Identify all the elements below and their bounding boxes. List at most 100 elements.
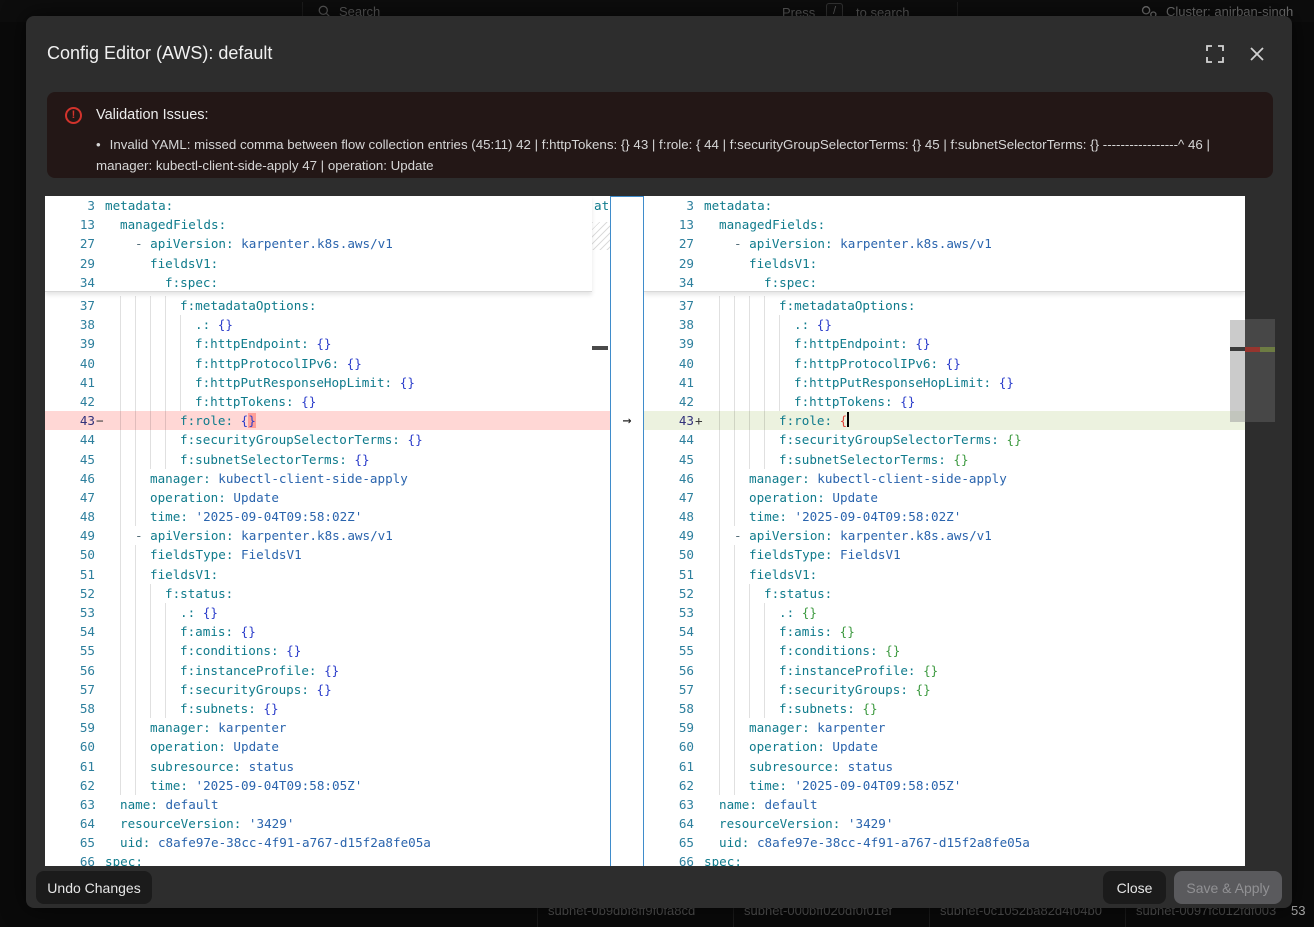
code-line[interactable]: 29fieldsV1: xyxy=(45,254,592,273)
code-line[interactable]: 64resourceVersion: '3429' xyxy=(644,814,1245,833)
code-line[interactable]: 54f:amis: {} xyxy=(45,622,610,641)
fullscreen-button[interactable] xyxy=(1205,44,1225,64)
scrollbar-slider[interactable] xyxy=(1230,320,1245,422)
code-line[interactable]: 54f:amis: {} xyxy=(644,622,1245,641)
code-line[interactable]: 45f:subnetSelectorTerms: {} xyxy=(45,450,610,469)
code-line[interactable]: 48time: '2025-09-04T09:58:02Z' xyxy=(45,507,610,526)
code-line[interactable]: 63name: default xyxy=(45,795,610,814)
code-line[interactable]: 37f:metadataOptions: xyxy=(45,296,610,315)
code-line[interactable]: 38.: {} xyxy=(45,315,610,334)
diff-marker xyxy=(694,852,704,866)
diff-marker xyxy=(694,507,704,526)
code-line[interactable]: 50fieldsType: FieldsV1 xyxy=(644,545,1245,564)
code-line[interactable]: 51fieldsV1: xyxy=(45,565,610,584)
code-line[interactable]: 43+f:role: { xyxy=(644,411,1245,430)
code-line[interactable]: 38.: {} xyxy=(644,315,1245,334)
line-number: 40 xyxy=(45,354,95,373)
code-line[interactable]: 43−f:role: {} xyxy=(45,411,610,430)
code-line[interactable]: 27- apiVersion: karpenter.k8s.aws/v1 xyxy=(45,234,592,253)
code-line[interactable]: 58f:subnets: {} xyxy=(644,699,1245,718)
code-line[interactable]: 13managedFields: xyxy=(644,215,1245,234)
code-line[interactable]: 47operation: Update xyxy=(45,488,610,507)
line-number: 29 xyxy=(45,254,95,273)
save-apply-button[interactable]: Save & Apply xyxy=(1174,871,1282,904)
diff-pane-original[interactable]: 37f:metadataOptions:38.: {}39f:httpEndpo… xyxy=(45,196,610,866)
code-line[interactable]: 55f:conditions: {} xyxy=(644,641,1245,660)
code-line[interactable]: 61subresource: status xyxy=(45,757,610,776)
code-line[interactable]: 3metadata: xyxy=(644,196,1245,215)
code-line[interactable]: 59manager: karpenter xyxy=(644,718,1245,737)
code-line[interactable]: 57f:securityGroups: {} xyxy=(45,680,610,699)
danger-exclamation-icon: ! xyxy=(65,107,82,124)
line-number: 59 xyxy=(45,718,95,737)
diff-marker xyxy=(694,814,704,833)
diff-marker xyxy=(95,215,105,234)
code-line[interactable]: 29fieldsV1: xyxy=(644,254,1245,273)
close-modal-button[interactable] xyxy=(1247,44,1267,64)
code-line[interactable]: 41f:httpPutResponseHopLimit: {} xyxy=(45,373,610,392)
close-button[interactable]: Close xyxy=(1103,871,1166,904)
line-number: 46 xyxy=(45,469,95,488)
code-line[interactable]: 46manager: kubectl-client-side-apply xyxy=(45,469,610,488)
code-line[interactable]: 53.: {} xyxy=(644,603,1245,622)
line-number: 47 xyxy=(644,488,694,507)
code-line[interactable]: 49- apiVersion: karpenter.k8s.aws/v1 xyxy=(644,526,1245,545)
code-line[interactable]: 44f:securityGroupSelectorTerms: {} xyxy=(45,430,610,449)
code-line[interactable]: 41f:httpPutResponseHopLimit: {} xyxy=(644,373,1245,392)
code-line[interactable]: 57f:securityGroups: {} xyxy=(644,680,1245,699)
code-line[interactable]: 52f:status: xyxy=(45,584,610,603)
code-line[interactable]: 42f:httpTokens: {} xyxy=(644,392,1245,411)
diff-marker xyxy=(694,603,704,622)
diff-marker xyxy=(95,852,105,866)
code-line[interactable]: 55f:conditions: {} xyxy=(45,641,610,660)
code-line[interactable]: 3metadata: xyxy=(45,196,592,215)
code-line[interactable]: 42f:httpTokens: {} xyxy=(45,392,610,411)
code-line[interactable]: 65uid: c8afe97e-38cc-4f91-a767-d15f2a8fe… xyxy=(45,833,610,852)
code-line[interactable]: 64resourceVersion: '3429' xyxy=(45,814,610,833)
undo-changes-button[interactable]: Undo Changes xyxy=(36,871,152,904)
code-line[interactable]: 47operation: Update xyxy=(644,488,1245,507)
code-line[interactable]: 59manager: karpenter xyxy=(45,718,610,737)
diff-marker: + xyxy=(694,411,704,430)
code-line[interactable]: 66spec: xyxy=(45,852,610,866)
code-line[interactable]: 44f:securityGroupSelectorTerms: {} xyxy=(644,430,1245,449)
code-line[interactable]: 52f:status: xyxy=(644,584,1245,603)
code-line[interactable]: 39f:httpEndpoint: {} xyxy=(644,334,1245,353)
diff-marker xyxy=(95,584,105,603)
code-line[interactable]: 65uid: c8afe97e-38cc-4f91-a767-d15f2a8fe… xyxy=(644,833,1245,852)
code-line[interactable]: 56f:instanceProfile: {} xyxy=(644,661,1245,680)
code-line[interactable]: 27- apiVersion: karpenter.k8s.aws/v1 xyxy=(644,234,1245,253)
code-line[interactable]: 34f:spec: xyxy=(644,273,1245,292)
code-line[interactable]: 37f:metadataOptions: xyxy=(644,296,1245,315)
code-line[interactable]: 34f:spec: xyxy=(45,273,592,292)
diff-marker xyxy=(694,622,704,641)
code-line[interactable]: 40f:httpProtocolIPv6: {} xyxy=(45,354,610,373)
sticky-scroll-header: 3metadata:13managedFields:27- apiVersion… xyxy=(644,196,1245,292)
code-line[interactable]: 13managedFields: xyxy=(45,215,592,234)
code-line[interactable]: 49- apiVersion: karpenter.k8s.aws/v1 xyxy=(45,526,610,545)
diff-marker xyxy=(694,699,704,718)
code-line[interactable]: 61subresource: status xyxy=(644,757,1245,776)
code-line[interactable]: 48time: '2025-09-04T09:58:02Z' xyxy=(644,507,1245,526)
diff-marker xyxy=(95,757,105,776)
code-line[interactable]: 53.: {} xyxy=(45,603,610,622)
code-line[interactable]: 51fieldsV1: xyxy=(644,565,1245,584)
diff-pane-modified[interactable]: 37f:metadataOptions:38.: {}39f:httpEndpo… xyxy=(644,196,1245,866)
vertical-scrollbar[interactable] xyxy=(1230,196,1245,866)
code-line[interactable]: 45f:subnetSelectorTerms: {} xyxy=(644,450,1245,469)
revert-change-arrow[interactable]: → xyxy=(611,411,643,430)
code-line[interactable]: 40f:httpProtocolIPv6: {} xyxy=(644,354,1245,373)
code-line[interactable]: 66spec: xyxy=(644,852,1245,866)
code-line[interactable]: 63name: default xyxy=(644,795,1245,814)
code-line[interactable]: 50fieldsType: FieldsV1 xyxy=(45,545,610,564)
clipped-text-fragment: at xyxy=(594,198,609,213)
code-line[interactable]: 39f:httpEndpoint: {} xyxy=(45,334,610,353)
code-line[interactable]: 56f:instanceProfile: {} xyxy=(45,661,610,680)
code-line[interactable]: 58f:subnets: {} xyxy=(45,699,610,718)
line-number: 53 xyxy=(644,603,694,622)
code-line[interactable]: 46manager: kubectl-client-side-apply xyxy=(644,469,1245,488)
code-line[interactable]: 62time: '2025-09-04T09:58:05Z' xyxy=(45,776,610,795)
code-line[interactable]: 60operation: Update xyxy=(644,737,1245,756)
code-line[interactable]: 60operation: Update xyxy=(45,737,610,756)
code-line[interactable]: 62time: '2025-09-04T09:58:05Z' xyxy=(644,776,1245,795)
